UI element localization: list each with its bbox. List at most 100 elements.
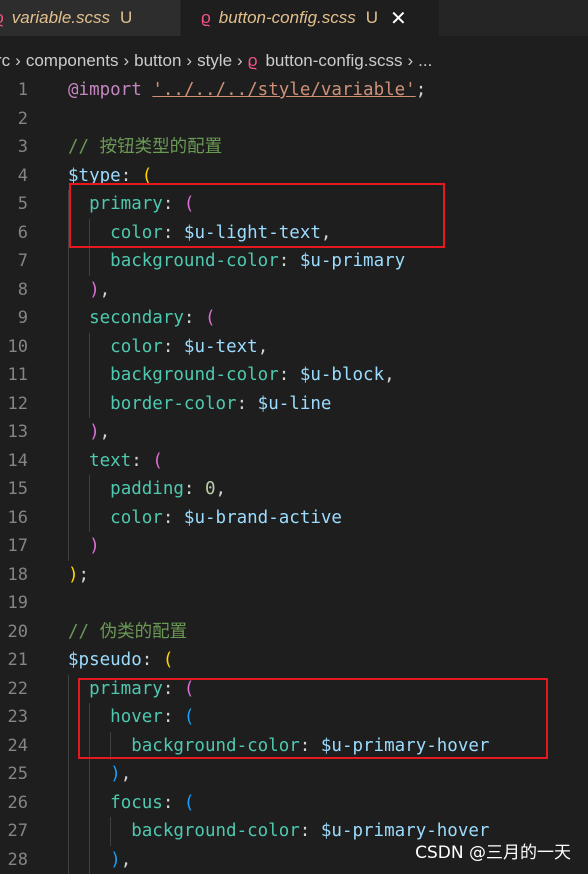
chevron-right-icon: › [237,51,243,71]
breadcrumb-item[interactable]: button [134,51,181,71]
code-token: : [279,365,300,385]
breadcrumb-item[interactable]: components [26,51,119,71]
code-token [68,280,89,300]
code-text: ), [68,760,131,789]
code-text: ), [68,418,110,447]
code-text: secondary: ( [68,304,216,333]
code-line[interactable]: 18); [0,561,588,590]
code-text: background-color: $u-block, [68,361,395,390]
editor-tab-bar: ϱ variable.scss U ϱ button-config.scss U… [0,0,588,36]
code-token: // 伪类的配置 [68,622,187,642]
code-token: $u-block [300,365,384,385]
code-text: // 伪类的配置 [68,618,187,647]
code-token [68,536,89,556]
breadcrumb-item[interactable]: rc [0,51,10,71]
breadcrumb-item[interactable]: button-config.scss [265,51,402,71]
code-token: color [110,508,163,528]
code-line[interactable]: 16 color: $u-brand-active [0,504,588,533]
code-token: background-color [110,251,279,271]
code-token: $u-primary [300,251,405,271]
code-token [68,422,89,442]
code-text: color: $u-brand-active [68,504,342,533]
code-token: '../../../style/variable' [152,80,415,100]
code-line[interactable]: 3// 按钮类型的配置 [0,133,588,162]
code-token: , [100,280,111,300]
code-text: focus: ( [68,789,194,818]
code-line[interactable]: 8 ), [0,276,588,305]
code-line[interactable]: 10 color: $u-text, [0,333,588,362]
code-line[interactable]: 19 [0,589,588,618]
code-line[interactable]: 20// 伪类的配置 [0,618,588,647]
tab-button-config-scss[interactable]: ϱ button-config.scss U ✕ [181,0,439,36]
code-line[interactable]: 7 background-color: $u-primary [0,247,588,276]
sass-file-icon: ϱ [201,8,211,28]
code-line[interactable]: 15 padding: 0, [0,475,588,504]
code-token: @import [68,80,142,100]
code-token: ) [89,280,100,300]
tab-variable-scss[interactable]: ϱ variable.scss U [0,0,180,36]
line-number: 9 [0,304,28,333]
watermark: CSDN @三月的一天 [415,838,571,863]
chevron-right-icon: › [123,51,129,71]
sass-file-icon: ϱ [248,51,258,71]
code-token: : [163,337,184,357]
breadcrumb-item[interactable]: style [197,51,232,71]
close-icon[interactable]: ✕ [390,6,407,31]
code-token: color [110,337,163,357]
line-number: 15 [0,475,28,504]
line-number: 4 [0,162,28,191]
tab-label: variable.scss [12,8,110,28]
chevron-right-icon: › [407,51,413,71]
line-number: 10 [0,333,28,362]
code-token: 0 [205,479,216,499]
code-text: ) [68,532,100,561]
code-token [68,821,131,841]
code-line[interactable]: 25 ), [0,760,588,789]
code-text: background-color: $u-primary [68,247,405,276]
line-number: 19 [0,589,28,618]
line-number: 24 [0,732,28,761]
code-token: ( [152,451,163,471]
sass-file-icon: ϱ [0,8,4,28]
code-token: : [163,793,184,813]
code-token: ; [79,565,90,585]
code-line[interactable]: 1@import '../../../style/variable'; [0,76,588,105]
code-line[interactable]: 11 background-color: $u-block, [0,361,588,390]
highlight-box-type-primary [69,183,445,248]
untracked-badge: U [120,8,132,28]
code-line[interactable]: 13 ), [0,418,588,447]
code-token: ) [68,565,79,585]
code-token: background-color [110,365,279,385]
code-token: background-color [131,821,300,841]
code-line[interactable]: 2 [0,105,588,134]
code-token: focus [110,793,163,813]
code-line[interactable]: 26 focus: ( [0,789,588,818]
code-token: ( [205,308,216,328]
breadcrumb-item[interactable]: ... [418,51,432,71]
line-number: 26 [0,789,28,818]
code-token [68,337,110,357]
code-text: $pseudo: ( [68,646,173,675]
code-line[interactable]: 9 secondary: ( [0,304,588,333]
code-line[interactable]: 21$pseudo: ( [0,646,588,675]
line-number: 27 [0,817,28,846]
code-token: : [300,821,321,841]
code-token: : [142,650,163,670]
code-line[interactable]: 12 border-color: $u-line [0,390,588,419]
line-number: 28 [0,846,28,874]
code-token [68,508,110,528]
code-token [68,850,110,870]
code-token: ; [416,80,427,100]
line-number: 18 [0,561,28,590]
code-line[interactable]: 17 ) [0,532,588,561]
code-line[interactable]: 14 text: ( [0,447,588,476]
code-token: $u-brand-active [184,508,342,528]
code-token: : [279,251,300,271]
code-token: ) [89,422,100,442]
code-text: // 按钮类型的配置 [68,133,222,162]
code-token: , [121,764,132,784]
code-token: secondary [89,308,184,328]
chevron-right-icon: › [186,51,192,71]
code-token: : [237,394,258,414]
code-token: $u-text [184,337,258,357]
